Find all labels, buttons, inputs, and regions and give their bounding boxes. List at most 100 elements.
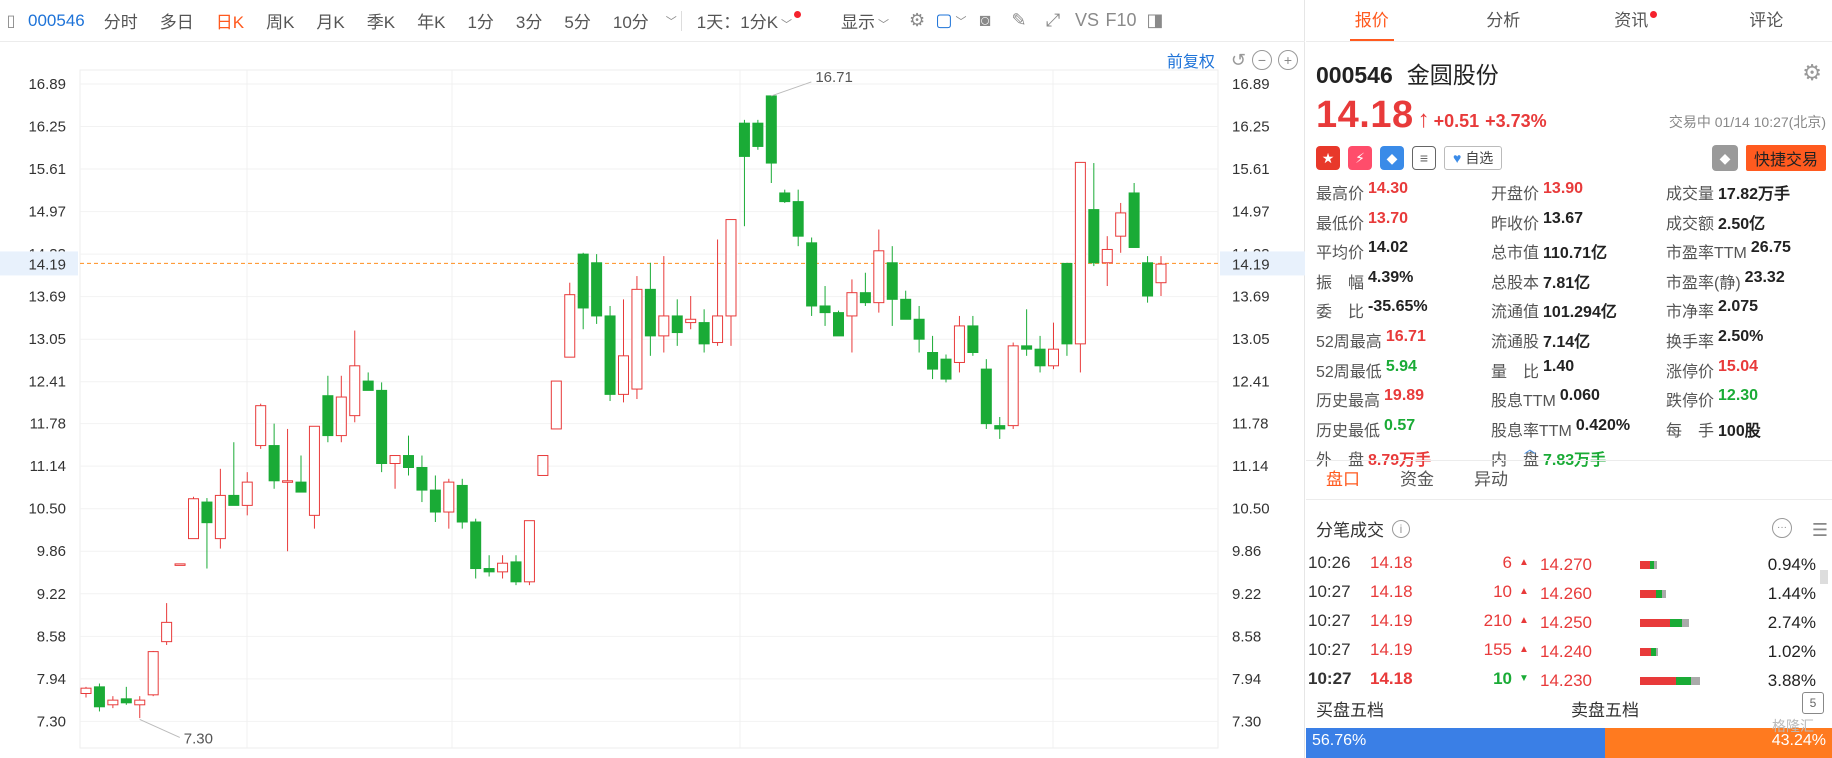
chevron-down-icon[interactable]: ﹀ (666, 13, 677, 29)
period-tab[interactable]: 5分 (553, 8, 601, 33)
candle-body (134, 699, 146, 706)
y-tick-label-left: 8.58 (37, 628, 66, 645)
candle-body (967, 325, 979, 354)
menu-icon[interactable]: ☰ (1812, 520, 1828, 541)
tick-price: 14.18 (1370, 581, 1413, 601)
tick-time: 10:27 (1308, 668, 1352, 688)
book-price: 14.230 (1540, 670, 1592, 690)
candle-body (900, 298, 912, 320)
chart-toolbar: ▯ 000546 分时 多日 日K 周K 月K 季K 年K 1分 3分 5分 10分 ﹀ 1天：1分… (0, 0, 1305, 42)
period-tab[interactable]: 10分 (602, 8, 660, 33)
current-price-label-left: 14.19 (28, 256, 66, 273)
period-tab[interactable]: 多日 (149, 8, 205, 33)
more-icon[interactable]: ··· (1772, 518, 1792, 538)
vs-button[interactable]: VS (1070, 0, 1104, 42)
detail-tab[interactable]: 资金 (1380, 461, 1454, 499)
candle-body (470, 521, 482, 570)
quote-label: 市盈率(静) (1666, 274, 1741, 292)
candle-body (564, 294, 576, 358)
tab-label: 报价 (1354, 11, 1389, 30)
detail-tabs: 盘口 资金 异动 (1306, 460, 1832, 500)
margin-trading-icon[interactable]: ⚡ (1348, 146, 1372, 170)
quick-trade-button[interactable]: 快捷交易 (1745, 145, 1826, 171)
quote-value: 2.075 (1718, 298, 1759, 316)
quote-field: 总股本 7.81亿 (1491, 269, 1666, 293)
candle-body (295, 481, 307, 493)
notification-dot (1650, 11, 1658, 18)
quote-label: 昨收价 (1491, 215, 1540, 233)
candle-body (161, 621, 173, 643)
stock-code: 000546 (1316, 62, 1393, 88)
collapse-icon[interactable]: ︿ (1524, 440, 1536, 457)
candle-body (1048, 348, 1059, 367)
quote-value: 0.060 (1559, 387, 1600, 405)
camera-icon[interactable]: ◙ (968, 0, 1002, 42)
panel-toggle-icon[interactable]: ◨ (1138, 0, 1172, 42)
period-tab[interactable]: 周K (255, 8, 305, 33)
period-tab[interactable]: 分时 (93, 8, 149, 33)
tab-item[interactable]: 分析 (1438, 0, 1570, 41)
candle-body (497, 562, 509, 573)
info-icon[interactable]: i (1392, 519, 1410, 538)
tick-time: 10:27 (1308, 639, 1351, 659)
fullscreen-icon[interactable]: ⤢ (1036, 0, 1070, 42)
period-tab[interactable]: 3分 (505, 8, 553, 33)
tick-row: 10:27 14.19 155 ▲ (1306, 635, 1566, 664)
candle-body (765, 95, 777, 164)
book-price: 14.260 (1540, 583, 1592, 603)
candle-body (308, 425, 320, 516)
tab-item[interactable]: 报价 (1306, 0, 1438, 41)
quote-label: 最低价 (1316, 215, 1365, 233)
y-tick-label-left: 13.05 (28, 331, 66, 348)
settings-icon[interactable]: ⚙ (900, 0, 934, 42)
tick-volume: 155 (1483, 639, 1512, 659)
candle-body (725, 219, 737, 317)
period-tab[interactable]: 月K (305, 8, 355, 33)
detail-tab[interactable]: 盘口 (1306, 461, 1380, 499)
y-tick-label-right: 15.61 (1232, 161, 1270, 178)
candle-body (510, 561, 522, 583)
tick-volume: 10 (1493, 668, 1512, 688)
toolbar-stock-code[interactable]: 000546 (22, 11, 93, 31)
sidebar-toggle-icon[interactable]: ▯ (0, 0, 22, 42)
rectangle-tool-icon[interactable]: ▢ ﹀ (934, 0, 968, 42)
note-icon[interactable]: ≡ (1412, 146, 1436, 170)
display-select[interactable]: 显示 ﹀ (830, 8, 900, 33)
five-level-toggle-icon[interactable]: 5 (1802, 692, 1824, 714)
book-row: 14.260 1.44% (1540, 579, 1820, 608)
y-tick-label-left: 10.50 (28, 501, 66, 518)
candle-body (389, 455, 401, 465)
period-select[interactable]: 1天：1分K ﹀ (686, 8, 810, 33)
quote-value: 12.30 (1718, 387, 1759, 405)
add-watchlist-button[interactable]: ♥ 自选 (1444, 146, 1503, 170)
detail-tab[interactable]: 异动 (1454, 461, 1528, 499)
triangle-up-icon: ▲ (1519, 557, 1529, 568)
y-tick-label-right: 8.58 (1232, 628, 1261, 645)
period-tab[interactable]: 年K (406, 8, 456, 33)
candlestick-chart[interactable]: 16.89 16.89 16.25 16.25 15.61 15.61 14.97 14.97… (0, 42, 1305, 758)
quote-value: 13.70 (1368, 209, 1409, 227)
scrollbar-thumb[interactable] (1820, 570, 1828, 584)
tag-icon[interactable]: ◆ (1380, 146, 1404, 170)
candle-body (658, 315, 670, 337)
quote-field: 市盈率TTM 26.75 (1666, 239, 1826, 263)
pencil-icon[interactable]: ✎ (1002, 0, 1036, 42)
gear-icon[interactable]: ⚙ (1802, 60, 1822, 86)
y-tick-label-right: 12.41 (1232, 374, 1270, 391)
tick-price: 14.19 (1370, 610, 1413, 630)
arrow-up-icon: ↑ (1417, 106, 1430, 133)
candle-body (953, 325, 965, 363)
tab-item[interactable]: 资讯 (1569, 0, 1701, 41)
trade-status: 交易中 01/14 10:27(北京) (1668, 114, 1826, 130)
triangle-down-icon: ▼ (1519, 673, 1529, 684)
period-tab[interactable]: 季K (356, 8, 406, 33)
quote-field: 换手率 2.50% (1666, 328, 1826, 352)
bell-icon[interactable]: ◆ (1711, 145, 1738, 171)
quote-value: 2.50亿 (1718, 215, 1766, 233)
tab-label: 资讯 (1614, 11, 1649, 30)
triangle-up-icon: ▲ (1519, 644, 1529, 655)
tab-item[interactable]: 评论 (1701, 0, 1832, 41)
f10-button[interactable]: F10 (1104, 0, 1138, 42)
period-tab[interactable]: 1分 (456, 8, 504, 33)
period-tab[interactable]: 日K (205, 8, 255, 33)
